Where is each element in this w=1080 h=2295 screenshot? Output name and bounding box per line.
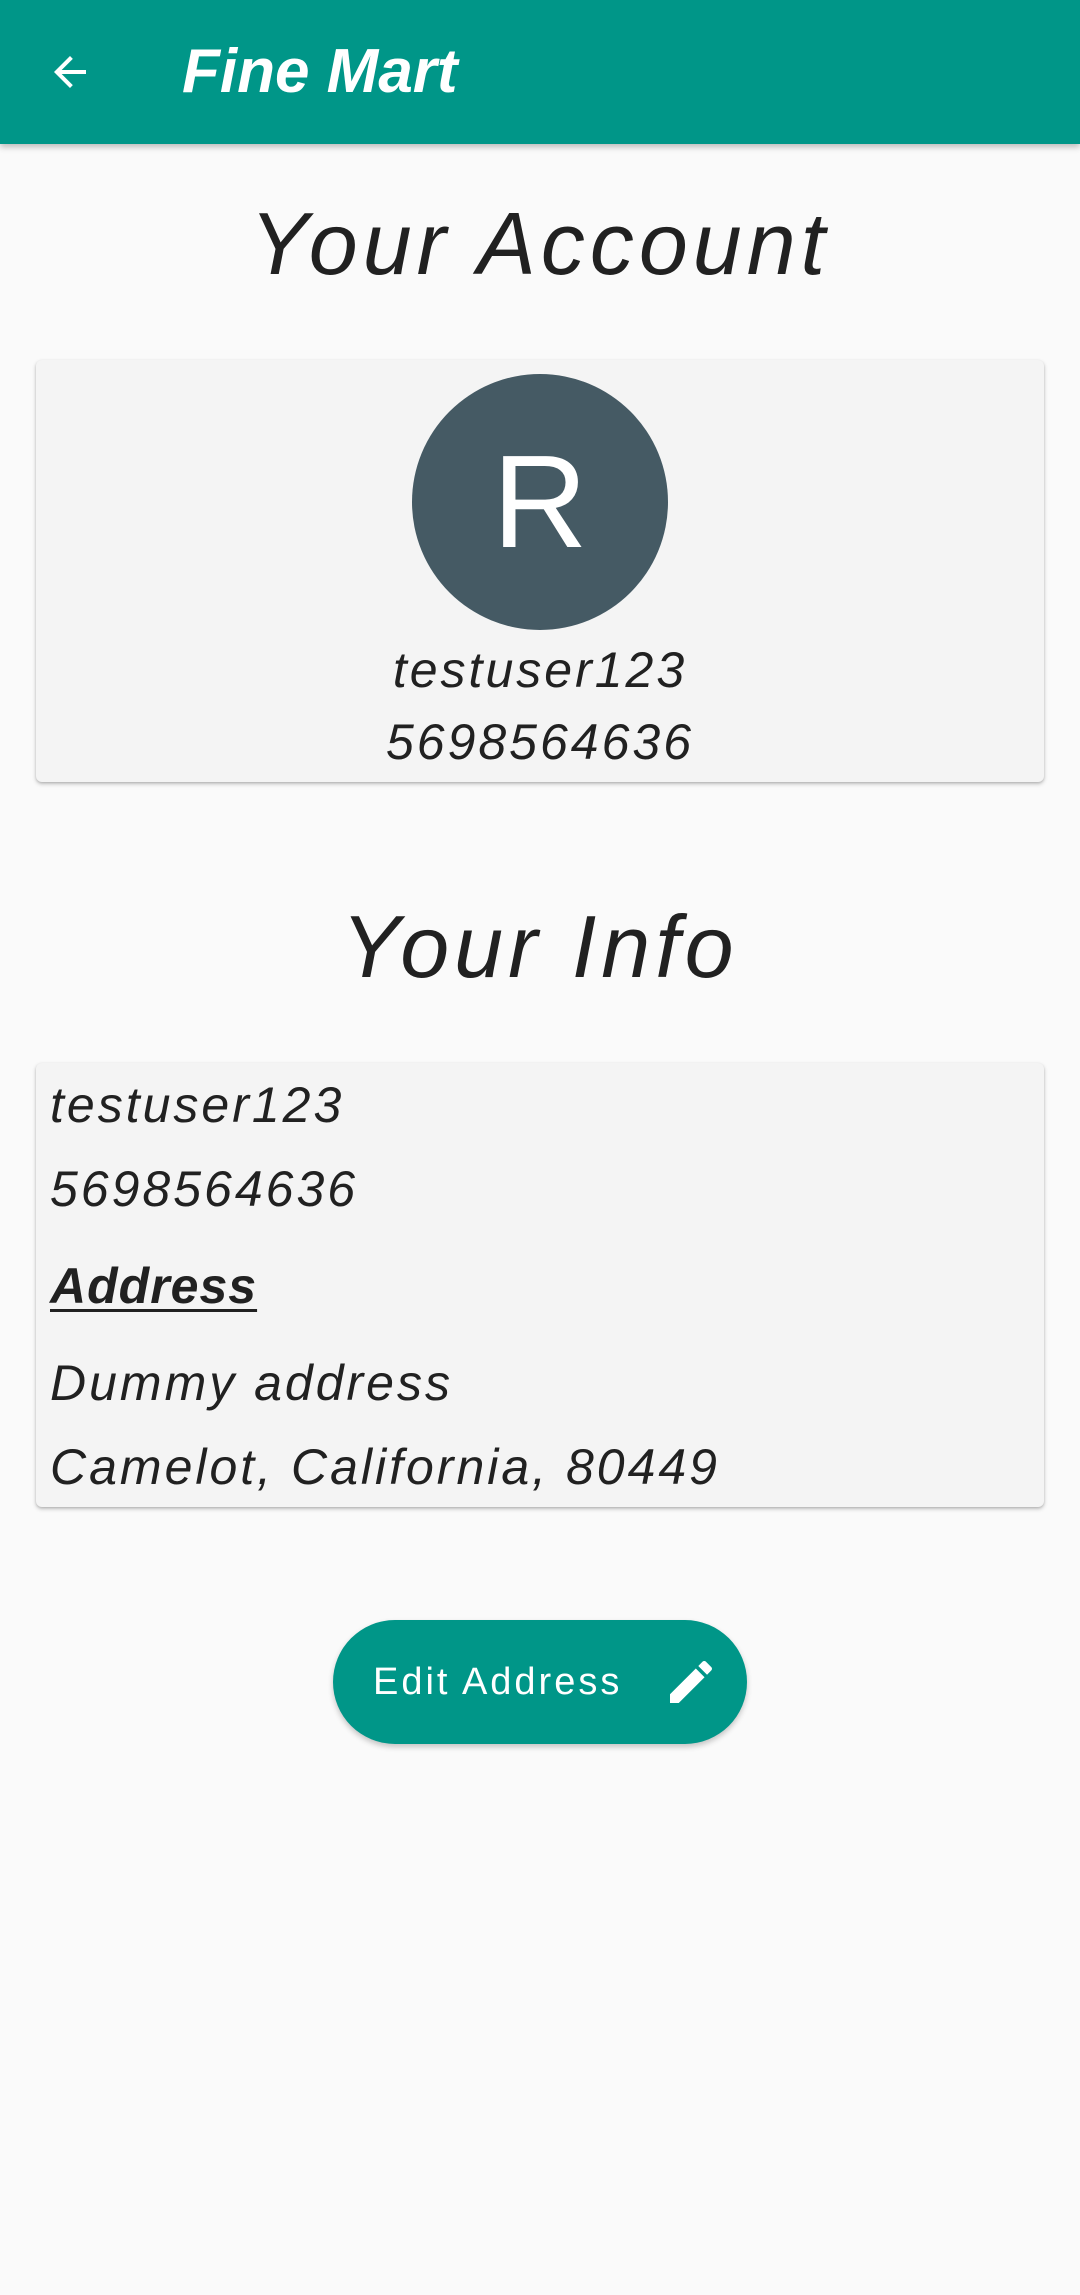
address-label: Address [50,1258,258,1314]
avatar: R [412,374,668,630]
edit-address-button[interactable]: Edit Address [333,1620,747,1744]
address-line-1: Dummy address [50,1355,453,1411]
account-card: R testuser123 5698564636 [36,360,1044,782]
info-phone: 5698564636 [50,1161,359,1217]
app-title: Fine Mart [182,37,458,106]
pencil-icon [670,1660,713,1703]
back-button[interactable] [40,42,100,102]
info-username: testuser123 [50,1077,345,1133]
edit-address-label: Edit Address [373,1661,623,1703]
account-heading: Your Account [249,194,831,293]
info-heading: Your Info [341,897,739,996]
address-line-2: Camelot, California, 80449 [50,1439,720,1495]
arrow-back-icon [54,56,86,88]
app-bar: Fine Mart [0,0,1080,144]
account-username: testuser123 [392,642,688,698]
account-phone: 5698564636 [385,714,695,770]
info-card: testuser123 5698564636 Address Dummy add… [36,1063,1044,1507]
